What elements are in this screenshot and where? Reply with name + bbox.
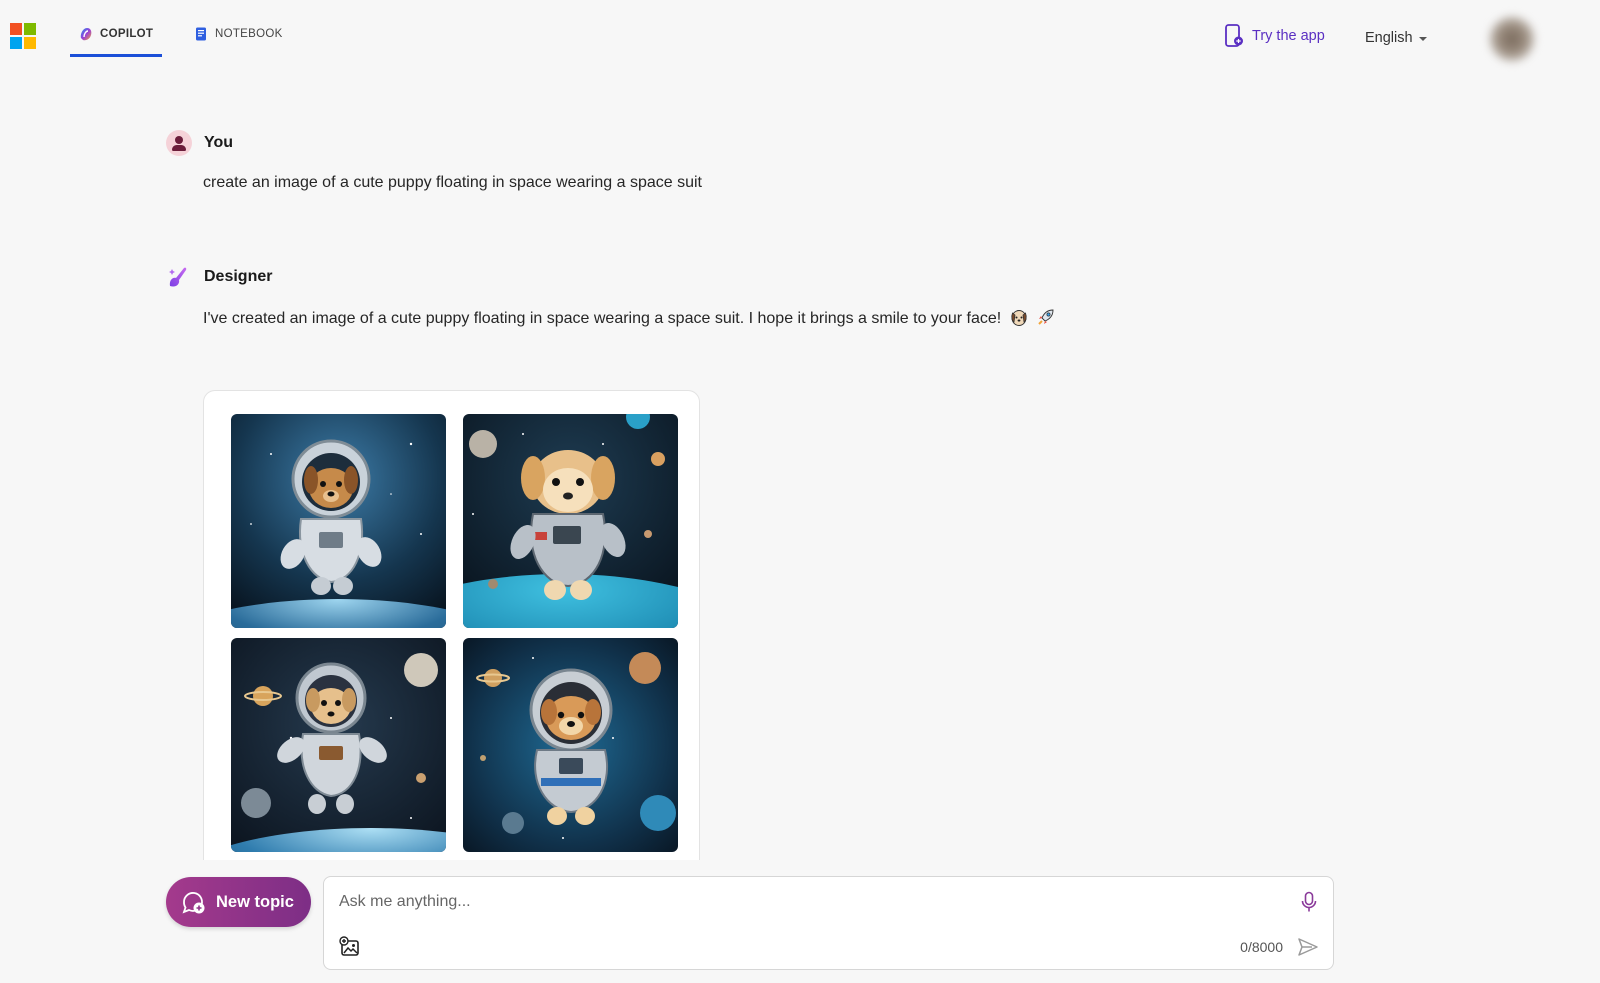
tab-copilot[interactable]: COPILOT xyxy=(70,26,162,57)
language-label: English xyxy=(1365,30,1413,46)
designer-name: Designer xyxy=(204,268,273,285)
tab-notebook[interactable]: NOTEBOOK xyxy=(193,26,283,56)
dog-face-icon xyxy=(1011,310,1027,326)
try-the-app-link[interactable]: Try the app xyxy=(1224,24,1325,48)
user-avatar-icon xyxy=(166,130,192,156)
send-icon[interactable] xyxy=(1297,937,1319,957)
profile-avatar[interactable] xyxy=(1488,15,1536,63)
microphone-icon[interactable] xyxy=(1299,891,1319,913)
character-counter: 0/8000 xyxy=(1240,939,1283,955)
generated-image-2[interactable] xyxy=(463,414,678,628)
generated-image-3[interactable] xyxy=(231,638,446,852)
new-topic-button[interactable]: New topic xyxy=(166,877,311,927)
generated-image-1[interactable] xyxy=(231,414,446,628)
chat-composer: 0/8000 xyxy=(323,876,1334,970)
notebook-icon xyxy=(196,27,206,41)
designer-message-text: I've created an image of a cute puppy fl… xyxy=(203,307,1056,328)
chat-input[interactable] xyxy=(339,889,1279,915)
new-topic-label: New topic xyxy=(216,892,294,911)
try-the-app-label: Try the app xyxy=(1252,28,1325,44)
user-message-header: You xyxy=(166,130,233,156)
user-message-text: create an image of a cute puppy floating… xyxy=(203,174,702,191)
new-chat-icon xyxy=(182,892,205,914)
puppy-astronaut-image xyxy=(463,414,678,628)
tab-copilot-label: COPILOT xyxy=(100,28,154,40)
chevron-down-icon xyxy=(1418,37,1427,41)
language-selector[interactable]: English xyxy=(1365,30,1427,46)
tab-notebook-label: NOTEBOOK xyxy=(215,28,283,40)
puppy-astronaut-image xyxy=(463,638,678,852)
rocket-icon xyxy=(1038,309,1054,325)
generated-images-card xyxy=(203,390,700,860)
designer-message-body: I've created an image of a cute puppy fl… xyxy=(203,310,1002,327)
designer-icon xyxy=(169,267,187,287)
add-image-icon[interactable] xyxy=(339,936,361,958)
puppy-astronaut-image xyxy=(231,638,446,852)
microsoft-logo-icon[interactable] xyxy=(10,23,36,49)
generated-image-4[interactable] xyxy=(463,638,678,852)
top-bar: COPILOT NOTEBOOK Try the app English xyxy=(0,0,1600,70)
designer-message-header: Designer xyxy=(166,264,272,290)
copilot-icon xyxy=(80,28,92,41)
phone-icon xyxy=(1225,24,1243,47)
puppy-astronaut-image xyxy=(231,414,446,628)
user-name: You xyxy=(204,134,234,151)
